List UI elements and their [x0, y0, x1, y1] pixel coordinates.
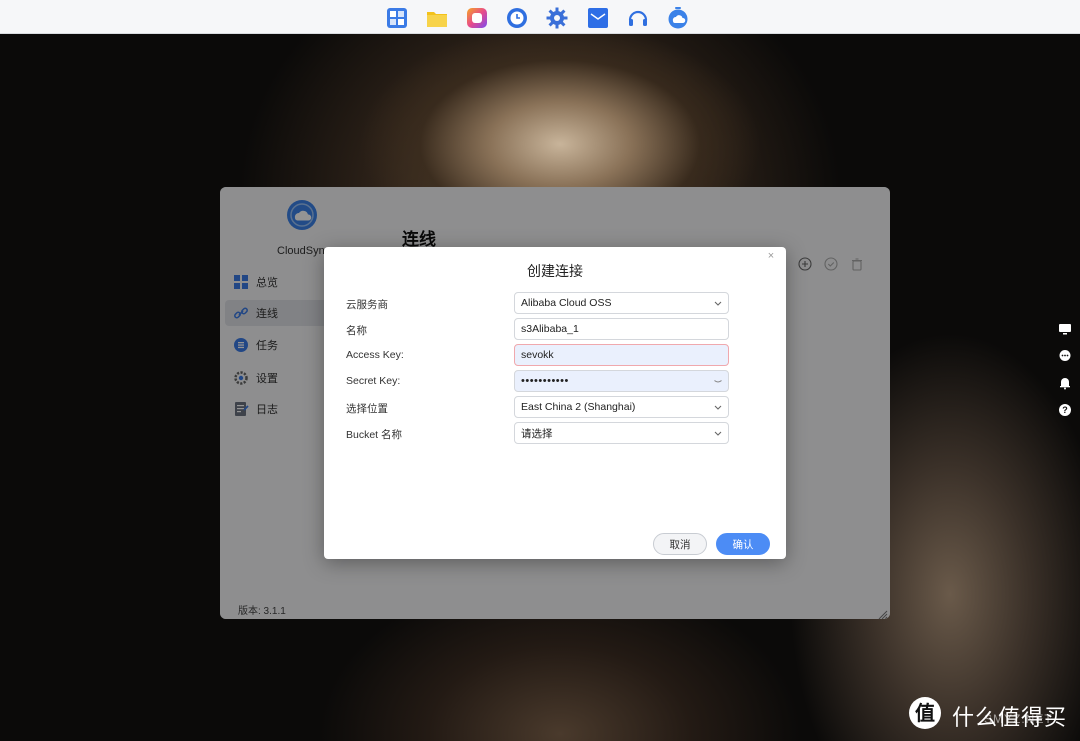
chat-icon[interactable] [1058, 349, 1072, 363]
bucket-label: Bucket 名称 [346, 429, 403, 441]
region-select[interactable]: East China 2 (Shanghai) [514, 396, 729, 418]
confirm-button[interactable]: 确认 [716, 533, 770, 555]
provider-value: Alibaba Cloud OSS [521, 297, 612, 309]
name-input[interactable]: s3Alibaba_1 [514, 318, 729, 340]
bucket-value: 请选择 [521, 427, 553, 440]
secret-key-value: ••••••••••• [521, 375, 569, 387]
secret-key-label: Secret Key: [346, 375, 401, 387]
settings-gear-icon[interactable] [546, 7, 568, 29]
dialog-title: 创建连接 [527, 263, 583, 279]
create-connection-dialog: 创建连接 × 云服务商 Alibaba Cloud OSS 名称 s3Aliba… [324, 247, 786, 559]
file-manager-icon[interactable] [426, 7, 448, 29]
watermark: 值 什么值得买 SMYZ.NET [908, 696, 1076, 732]
monitor-icon[interactable] [1058, 322, 1072, 336]
name-value: s3Alibaba_1 [521, 323, 579, 335]
photos-icon[interactable] [466, 7, 488, 29]
bucket-select[interactable]: 请选择 [514, 422, 729, 444]
svg-text:值: 值 [915, 701, 935, 725]
top-dock [0, 0, 1080, 34]
cloudsync-icon[interactable] [667, 7, 689, 29]
chevron-down-icon [713, 428, 723, 438]
secret-key-input[interactable]: ••••••••••• [514, 370, 729, 392]
region-label: 选择位置 [346, 403, 388, 415]
svg-text:?: ? [1062, 405, 1068, 415]
help-icon[interactable]: ? [1058, 403, 1072, 417]
backup-clock-icon[interactable] [506, 7, 528, 29]
support-headset-icon[interactable] [627, 7, 649, 29]
chevron-down-icon [713, 298, 723, 308]
region-value: East China 2 (Shanghai) [521, 401, 636, 413]
access-key-label: Access Key: [346, 349, 404, 361]
mail-icon[interactable] [587, 7, 609, 29]
close-icon[interactable]: × [766, 251, 776, 262]
notification-bell-icon[interactable] [1058, 376, 1072, 390]
name-label: 名称 [346, 325, 367, 337]
control-panel-icon[interactable] [386, 7, 408, 29]
access-key-input[interactable]: sevokk [514, 344, 729, 366]
watermark-logo-icon: 值 [908, 696, 942, 730]
cancel-button[interactable]: 取消 [653, 533, 707, 555]
provider-select[interactable]: Alibaba Cloud OSS [514, 292, 729, 314]
provider-label: 云服务商 [346, 299, 388, 311]
access-key-value: sevokk [521, 349, 554, 361]
watermark-sub: SMYZ.NET [984, 712, 1053, 726]
password-toggle-icon[interactable] [713, 376, 723, 386]
chevron-down-icon [713, 402, 723, 412]
